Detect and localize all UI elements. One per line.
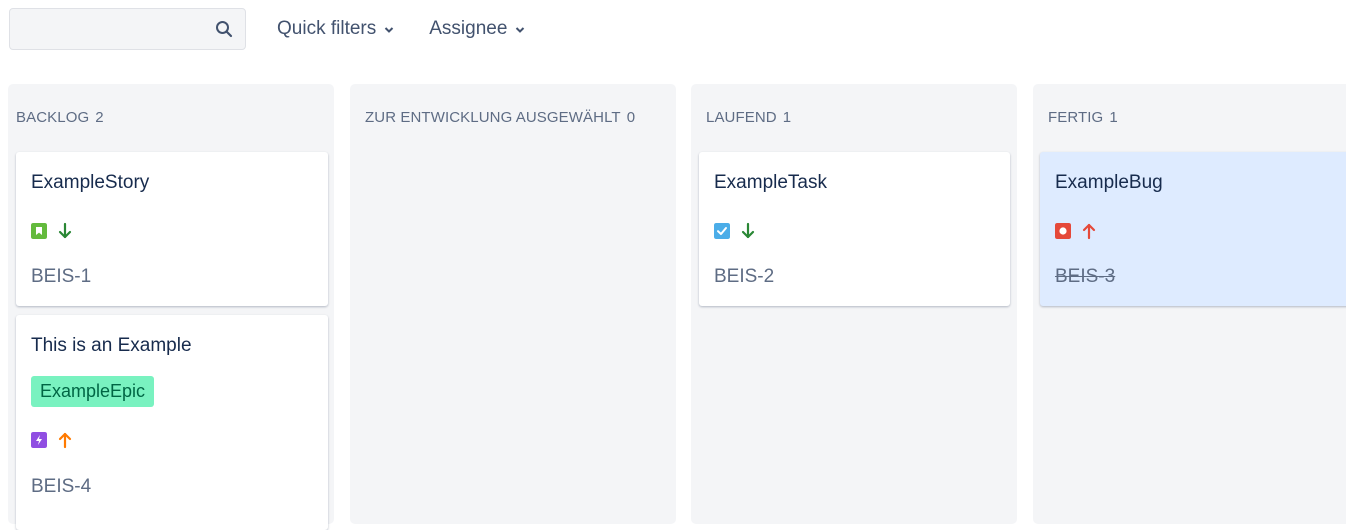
assignee-label: Assignee (429, 18, 508, 39)
issue-key[interactable]: BEIS-4 (31, 476, 91, 498)
high-priority-arrow-up-icon (58, 432, 72, 449)
epic-icon (31, 432, 47, 448)
issue-count: 1 (1109, 109, 1118, 126)
assignee-dropdown[interactable]: Assignee (429, 9, 525, 49)
column-title: ZUR ENTWICKLUNG AUSGEWÄHLT (365, 109, 621, 126)
card-icons (714, 222, 756, 240)
quick-filters-dropdown[interactable]: Quick filters (277, 9, 394, 49)
column-header: BACKLOG 2 (16, 109, 104, 126)
issue-summary: ExampleTask (714, 172, 827, 193)
column-done: FERTIG 1 ExampleBug BEIS-3 (1033, 84, 1346, 524)
issue-key[interactable]: BEIS-1 (31, 266, 91, 288)
board-toolbar: Quick filters Assignee (9, 7, 525, 51)
column-title: BACKLOG (16, 109, 90, 126)
issue-count: 1 (782, 109, 792, 126)
column-header: LAUFEND 1 (706, 109, 791, 126)
task-icon (714, 223, 730, 239)
card-icons (1055, 222, 1097, 240)
issue-key[interactable]: BEIS-2 (714, 266, 774, 288)
issue-card-selected[interactable]: ExampleBug BEIS-3 (1040, 152, 1346, 306)
chevron-down-icon (516, 26, 525, 33)
issue-summary: This is an Example (31, 335, 192, 356)
highest-priority-arrow-up-icon (1082, 223, 1096, 240)
card-icons (31, 431, 73, 449)
chevron-down-icon (385, 26, 394, 33)
search-input[interactable] (10, 9, 212, 51)
column-in-progress: LAUFEND 1 ExampleTask BEIS-2 (691, 84, 1017, 524)
issue-count: 2 (95, 109, 104, 126)
column-title: FERTIG (1048, 109, 1104, 126)
issue-card[interactable]: ExampleStory BEIS-1 (16, 152, 328, 306)
column-selected-for-development: ZUR ENTWICKLUNG AUSGEWÄHLT 0 (350, 84, 676, 524)
issue-summary: ExampleStory (31, 172, 150, 193)
quick-filters-label: Quick filters (277, 18, 377, 39)
issue-card[interactable]: ExampleTask BEIS-2 (699, 152, 1010, 306)
column-backlog: BACKLOG 2 ExampleStory BEIS-1 This is an … (8, 84, 334, 530)
column-header: ZUR ENTWICKLUNG AUSGEWÄHLT 0 (365, 109, 635, 126)
issue-count: 0 (626, 109, 636, 126)
bug-icon (1055, 223, 1071, 239)
issue-key-resolved[interactable]: BEIS-3 (1055, 266, 1115, 288)
story-icon (31, 223, 47, 239)
search-box[interactable] (9, 8, 246, 51)
search-icon[interactable] (215, 20, 233, 38)
card-icons (31, 222, 73, 240)
issue-card[interactable]: This is an Example ExampleEpic BEIS-4 (16, 315, 328, 530)
low-priority-arrow-down-icon (58, 222, 72, 239)
column-title: LAUFEND (706, 109, 777, 126)
low-priority-arrow-down-icon (741, 222, 755, 239)
column-header: FERTIG 1 (1048, 109, 1118, 126)
issue-summary: ExampleBug (1055, 172, 1163, 193)
epic-lozenge[interactable]: ExampleEpic (31, 376, 155, 407)
